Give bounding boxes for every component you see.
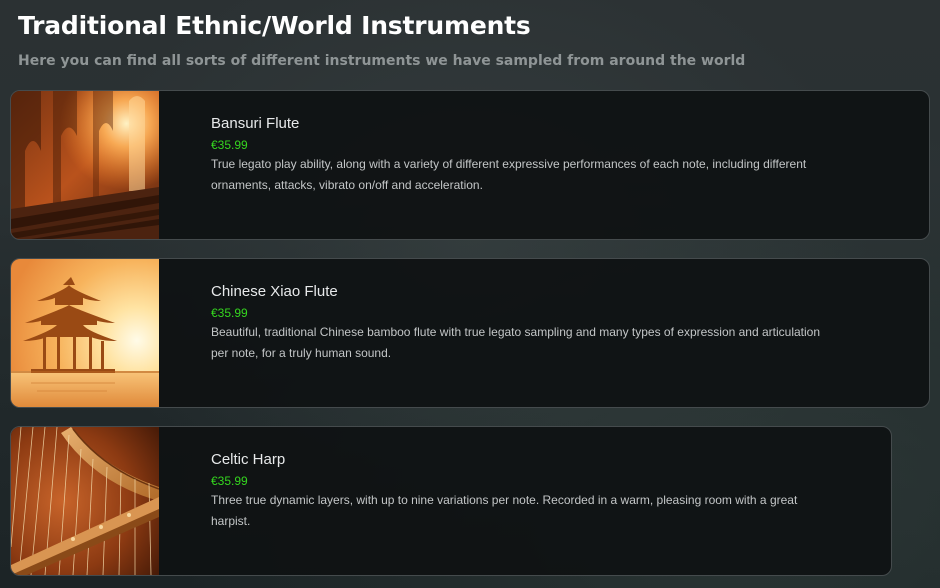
product-price: €35.99: [211, 474, 248, 488]
product-card[interactable]: Bansuri Flute €35.99 True legato play ab…: [10, 90, 930, 240]
product-name[interactable]: Celtic Harp: [211, 450, 801, 469]
page-subtitle: Here you can find all sorts of different…: [18, 53, 746, 69]
product-info: Celtic Harp €35.99 Three true dynamic la…: [211, 450, 801, 532]
product-name[interactable]: Bansuri Flute: [211, 114, 839, 133]
product-info: Bansuri Flute €35.99 True legato play ab…: [211, 114, 839, 196]
product-card[interactable]: Chinese Xiao Flute €35.99 Beautiful, tra…: [10, 258, 930, 408]
product-info: Chinese Xiao Flute €35.99 Beautiful, tra…: [211, 282, 839, 364]
harp-strings-image[interactable]: [11, 427, 159, 575]
page-header: Traditional Ethnic/World Instruments Her…: [18, 10, 922, 70]
chinese-pagoda-sunset-image[interactable]: [11, 259, 159, 407]
product-price: €35.99: [211, 138, 248, 152]
product-price: €35.99: [211, 306, 248, 320]
product-name[interactable]: Chinese Xiao Flute: [211, 282, 839, 301]
page-title: Traditional Ethnic/World Instruments: [18, 11, 531, 40]
product-card[interactable]: Celtic Harp €35.99 Three true dynamic la…: [10, 426, 892, 576]
product-description: Beautiful, traditional Chinese bamboo fl…: [211, 325, 821, 360]
product-description: True legato play ability, along with a v…: [211, 157, 807, 192]
product-description: Three true dynamic layers, with up to ni…: [211, 493, 798, 528]
indian-palace-sunlight-image[interactable]: [11, 91, 159, 239]
